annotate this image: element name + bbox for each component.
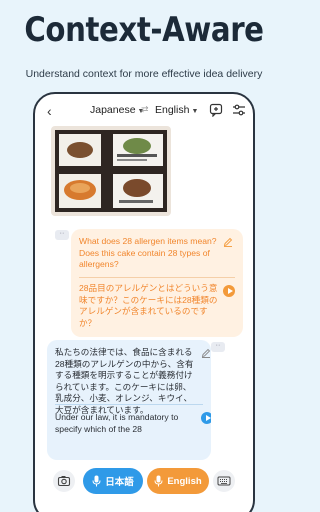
headline: Context-Aware — [24, 10, 264, 50]
keyboard-icon — [217, 476, 231, 486]
camera-button[interactable] — [53, 470, 75, 492]
bubble-divider — [79, 277, 235, 278]
play-icon[interactable] — [201, 412, 211, 424]
back-arrow-icon[interactable]: ‹ — [47, 103, 52, 119]
play-icon[interactable] — [223, 285, 235, 297]
speak-japanese-button[interactable]: 日本語 — [83, 468, 143, 494]
question-en-text: What does 28 allergen items mean? Does t… — [79, 236, 217, 269]
speaker-tag: ·· — [55, 230, 69, 240]
edit-icon[interactable] — [201, 348, 211, 358]
question-ja-text: 28品目のアレルゲンとはどういう意味ですか？このケーキには28種類のアレルゲンが… — [79, 283, 218, 328]
top-bar: ‹ Japanese ▼ ⇄ English ▼ — [35, 94, 253, 130]
source-language-select[interactable]: Japanese ▼ — [90, 104, 144, 116]
chevron-down-icon: ▼ — [191, 108, 199, 115]
mic-icon — [154, 475, 163, 487]
camera-icon — [57, 476, 71, 487]
source-language-label: Japanese — [90, 104, 136, 116]
target-language-label: English — [155, 104, 190, 116]
question-bubble: What does 28 allergen items mean? Does t… — [71, 229, 243, 337]
cake-photo-image — [55, 130, 167, 212]
mic-icon — [92, 475, 101, 487]
keyboard-button[interactable] — [213, 470, 235, 492]
reply-en-text: Under our law, it is mandatory to specif… — [55, 412, 179, 434]
phone-frame: ‹ Japanese ▼ ⇄ English ▼ ·· What does 28… — [33, 92, 255, 512]
speak-english-button[interactable]: English — [147, 468, 209, 494]
reply-bubble: 私たちの法律では、食品に含まれる28種類のアレルゲンの中から、含有する種類を明示… — [47, 340, 211, 460]
edit-icon[interactable] — [223, 237, 233, 247]
swap-icon[interactable]: ⇄ — [141, 104, 149, 115]
japanese-button-label: 日本語 — [105, 477, 134, 488]
bubble-divider — [55, 404, 203, 405]
tune-icon[interactable] — [232, 103, 246, 117]
note-icon[interactable] — [209, 103, 223, 117]
english-button-label: English — [167, 475, 202, 487]
cake-photo[interactable] — [51, 126, 171, 216]
bottom-bar: 日本語 English — [35, 462, 253, 498]
reply-ja-text: 私たちの法律では、食品に含まれる28種類のアレルゲンの中から、含有する種類を明示… — [55, 347, 194, 415]
speaker-tag: ·· — [211, 342, 225, 352]
target-language-select[interactable]: English ▼ — [155, 104, 198, 116]
subline: Understand context for more effective id… — [25, 68, 263, 80]
